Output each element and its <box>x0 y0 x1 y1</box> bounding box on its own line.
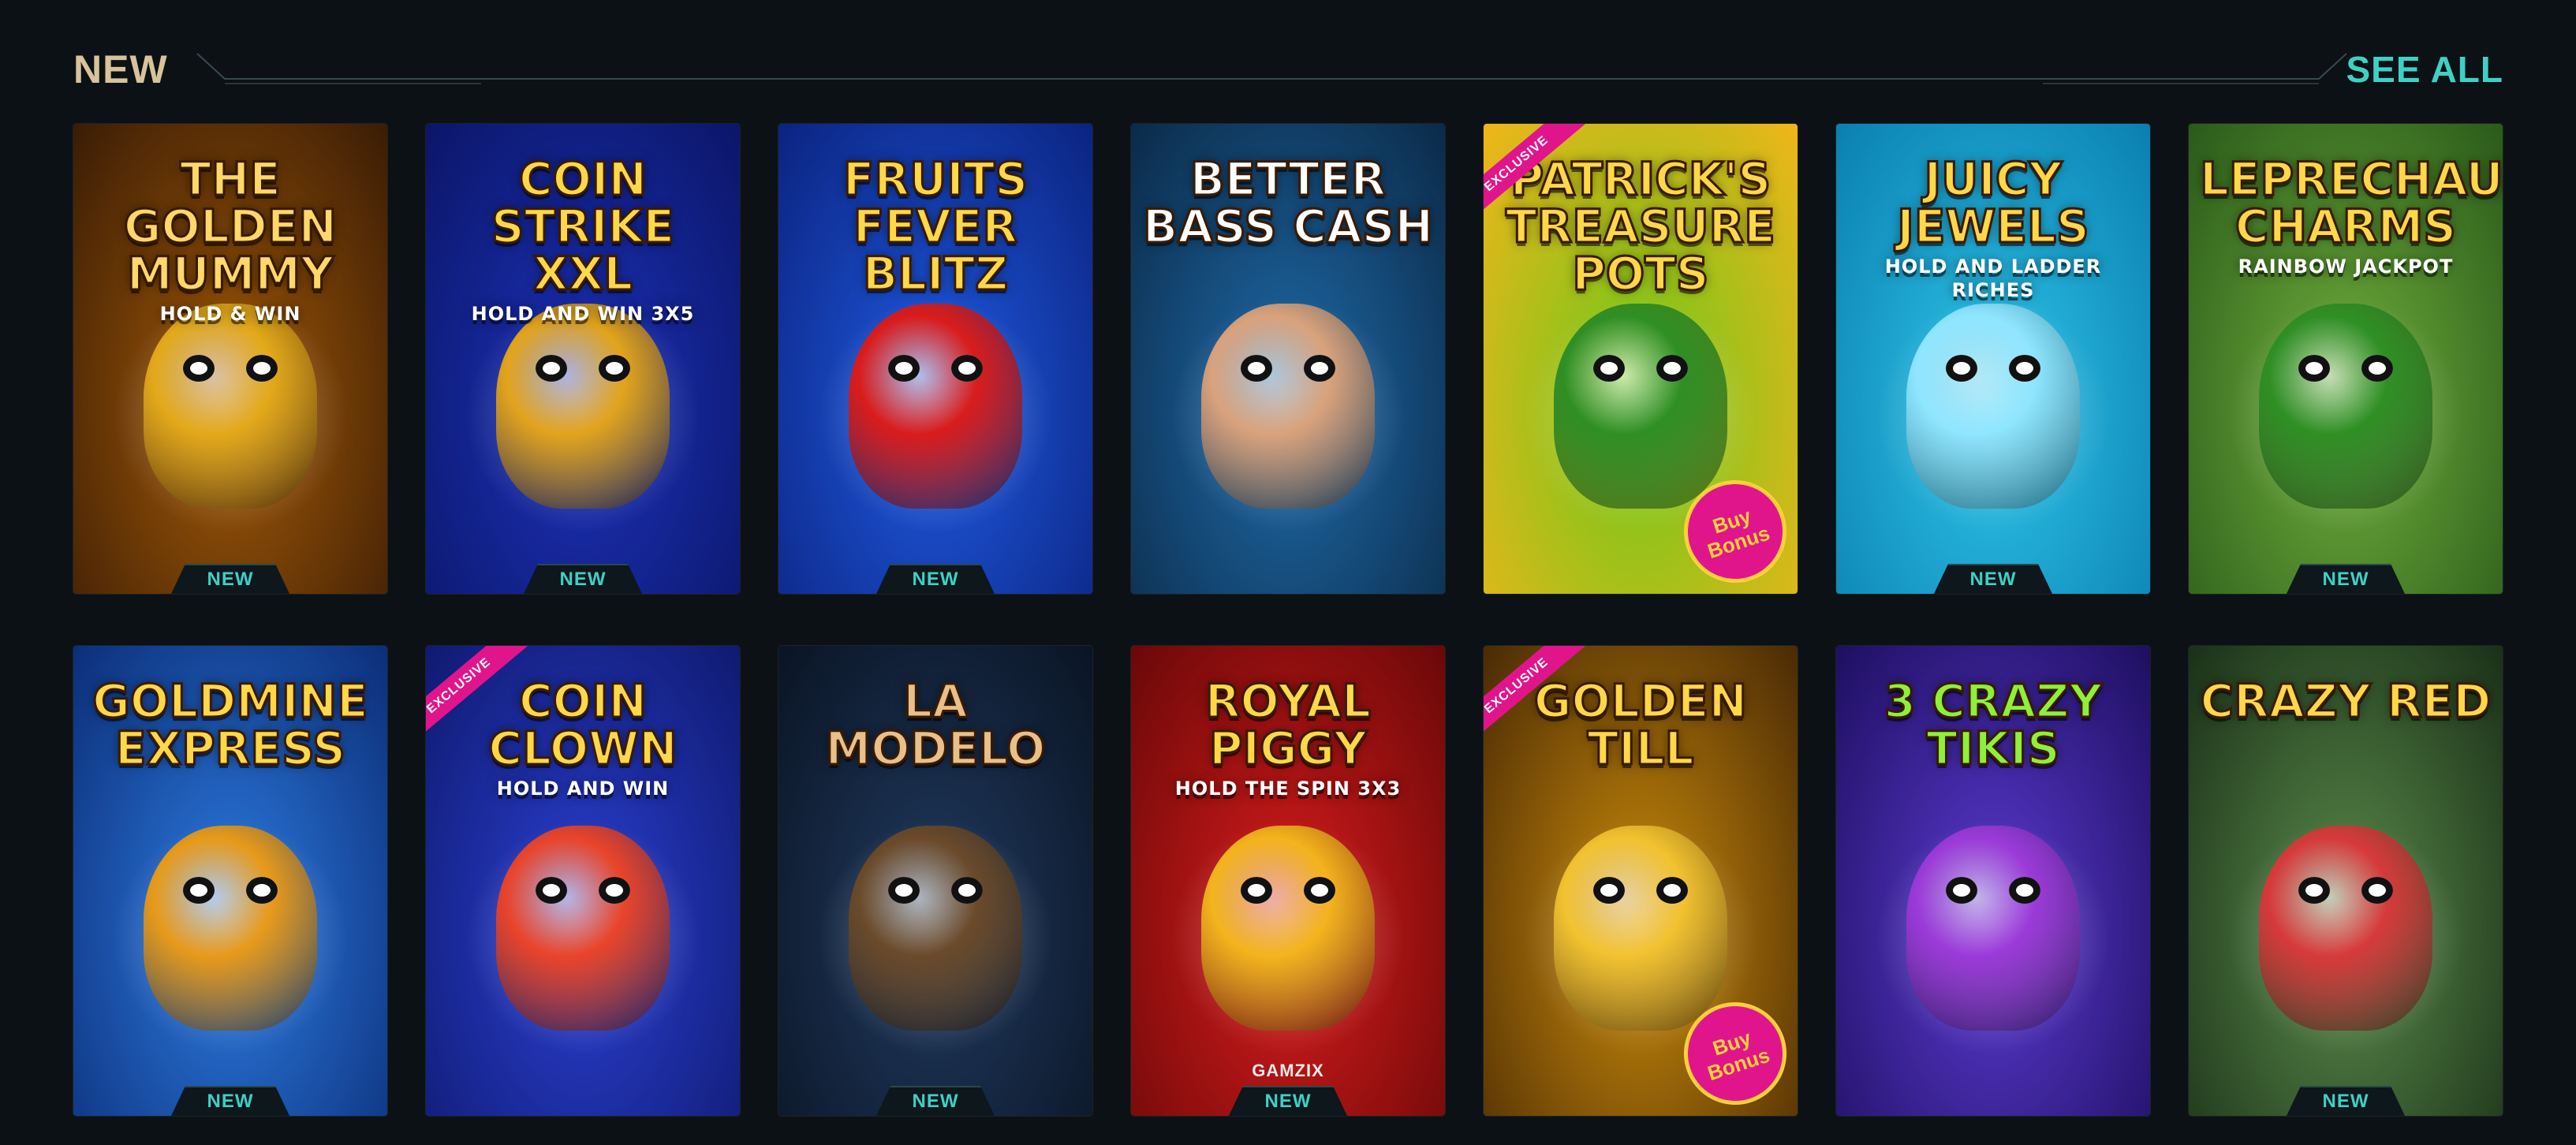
game-title: Juicy Jewels <box>1896 152 2091 253</box>
mummy-icon <box>144 303 317 509</box>
lightning-coin-icon <box>496 303 670 509</box>
game-logo: Coin Strike XXL Hold and Win 3x5 <box>437 155 729 326</box>
game-title: La Modelo <box>824 674 1047 775</box>
game-title: Golden Till <box>1533 674 1748 775</box>
provider-logo: GAMZIX <box>1252 1061 1324 1080</box>
game-subtitle: Hold and Win 3x5 <box>471 303 695 325</box>
new-badge: NEW <box>876 564 995 594</box>
game-logo: Leprechaun CharmsRainbow Jackpot <box>2198 155 2503 278</box>
game-logo: Juicy Jewels Hold and Ladder Riches <box>1847 155 2139 302</box>
game-card-coin-strike-xxl[interactable]: Coin Strike XXL Hold and Win 3x5 NEW <box>426 124 740 594</box>
game-logo: La Modelo <box>790 674 1081 775</box>
game-subtitle: Rainbow Jackpot <box>2238 255 2454 278</box>
game-card-golden-mummy[interactable]: The Golden Mummy Hold & Win NEW <box>73 124 387 594</box>
game-title: Patrick's Treasure Pots <box>1505 152 1777 300</box>
new-badge: NEW <box>876 1086 995 1116</box>
leprechaun-icon <box>2259 303 2432 509</box>
new-badge: NEW <box>1229 1086 1347 1116</box>
game-logo: Patrick's Treasure Pots <box>1495 152 1786 300</box>
game-card-crazy-red[interactable]: Crazy Red NEW <box>2189 646 2503 1116</box>
header-divider <box>196 53 2347 84</box>
game-title: Leprechaun Charms <box>2198 152 2503 253</box>
game-logo: The Golden Mummy Hold & Win <box>84 155 376 326</box>
mascot-eyes <box>2298 876 2393 904</box>
new-badge: NEW <box>2287 564 2405 594</box>
fisherman-icon <box>1201 303 1375 509</box>
game-subtitle: Hold & Win <box>159 303 301 325</box>
mascot-eyes <box>183 876 278 904</box>
mascot-eyes <box>1593 876 1688 904</box>
game-card-better-bass-cash[interactable]: Better Bass Cash <box>1131 124 1445 594</box>
mascot-eyes <box>1241 876 1335 904</box>
game-card-patricks-treasure-pots[interactable]: Patrick's Treasure Pots Exclusive Buy Bonu… <box>1484 124 1798 594</box>
game-logo: Coin Clown Hold and Win <box>437 677 729 800</box>
game-logo: Better Bass Cash <box>1142 152 1435 253</box>
game-title: Coin Clown <box>487 674 678 775</box>
game-title: 3 Crazy Tikis <box>1883 674 2104 775</box>
section-title: NEW <box>73 47 168 91</box>
game-title: Goldmine Express <box>91 674 369 775</box>
new-badge: NEW <box>171 564 289 594</box>
train-icon <box>144 825 317 1031</box>
game-logo: Fruits Fever Blitz <box>790 152 1081 300</box>
seven-icon <box>849 303 1022 509</box>
game-card-juicy-jewels[interactable]: Juicy Jewels Hold and Ladder Riches NEW <box>1836 124 2150 594</box>
captain-icon <box>849 825 1022 1031</box>
game-title: Fruits Fever Blitz <box>842 152 1029 300</box>
see-all-link[interactable]: SEE ALL <box>2346 46 2503 93</box>
game-card-goldmine-express[interactable]: Goldmine Express NEW <box>73 646 387 1116</box>
game-title: Crazy Red <box>2199 674 2492 728</box>
cash-register-icon <box>1554 825 1727 1031</box>
game-logo: Golden Till <box>1495 674 1786 775</box>
game-card-coin-clown[interactable]: Coin Clown Hold and Win Exclusive <box>426 646 740 1116</box>
game-subtitle: Hold and Win <box>496 778 670 800</box>
game-subtitle: Hold and Ladder Riches <box>1884 255 2102 301</box>
game-logo: 3 Crazy Tikis <box>1847 674 2139 775</box>
new-badge: NEW <box>171 1086 289 1116</box>
game-title: Coin Strike XXL <box>490 152 675 300</box>
game-card-fruits-fever-blitz[interactable]: Fruits Fever Blitz NEW <box>778 124 1092 594</box>
game-card-la-modelo[interactable]: La Modelo NEW <box>778 646 1092 1116</box>
new-badge: NEW <box>524 564 642 594</box>
mascot-eyes <box>1946 876 2040 904</box>
game-logo: Royal Piggy Hold the Spin 3x3 <box>1142 677 1434 800</box>
mascot-eyes <box>888 354 983 382</box>
parrot-icon <box>2259 825 2432 1031</box>
mascot-eyes <box>888 876 983 904</box>
game-title: Royal Piggy <box>1204 674 1372 775</box>
clown-icon <box>496 825 670 1031</box>
mascot-eyes <box>183 354 278 382</box>
game-title: The Golden Mummy <box>122 152 338 300</box>
tiki-mask-icon <box>1906 825 2080 1031</box>
game-card-3-crazy-tikis[interactable]: 3 Crazy Tikis <box>1836 646 2150 1116</box>
mascot-eyes <box>1241 354 1335 382</box>
game-card-royal-piggy[interactable]: Royal Piggy Hold the Spin 3x3 GAMZIX NEW <box>1131 646 1445 1116</box>
game-title: Better Bass Cash <box>1142 152 1435 253</box>
new-badge: NEW <box>2287 1086 2405 1116</box>
game-logo: Crazy Red <box>2199 674 2492 728</box>
piggy-bank-icon <box>1201 825 1375 1031</box>
mascot-eyes <box>536 354 630 382</box>
leprechaun-icon <box>1554 303 1727 509</box>
game-grid: The Golden Mummy Hold & Win NEW Coin Strike… <box>73 124 2503 1116</box>
game-subtitle: Hold the Spin 3x3 <box>1174 778 1402 800</box>
game-card-golden-till[interactable]: Golden Till Exclusive Buy Bonus <box>1484 646 1798 1116</box>
game-card-leprechaun-charms[interactable]: Leprechaun CharmsRainbow Jackpot NEW <box>2189 124 2503 594</box>
mascot-eyes <box>536 876 630 904</box>
mascot-eyes <box>2298 354 2393 382</box>
diamond-icon <box>1906 303 2080 509</box>
mascot-eyes <box>1946 354 2040 382</box>
new-badge: NEW <box>1934 564 2052 594</box>
mascot-eyes <box>1593 354 1688 382</box>
game-logo: Goldmine Express <box>84 674 376 775</box>
